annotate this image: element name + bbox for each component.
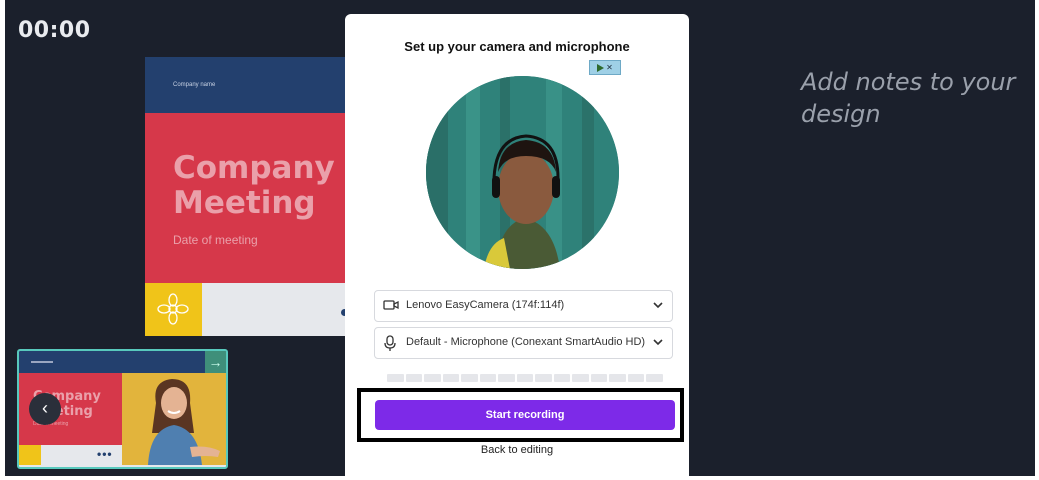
level-segment (461, 374, 478, 382)
level-segment (535, 374, 552, 382)
level-segment (405, 374, 423, 382)
level-segment (609, 374, 626, 382)
camera-select-value: Lenovo EasyCamera (174f:114f) (406, 299, 565, 311)
arrow-right-icon[interactable]: → (205, 351, 226, 373)
slide-header: Company name (145, 57, 365, 113)
level-segment (442, 374, 460, 382)
slide-title-line1: Company (173, 150, 335, 186)
chevron-left-icon[interactable]: ‹ (29, 393, 61, 425)
slide-date: Date of meeting (173, 233, 258, 247)
microphone-icon (384, 335, 396, 351)
slide-title: Company Meeting (173, 151, 335, 221)
more-options-icon[interactable]: ••• (97, 447, 113, 461)
camera-icon (383, 300, 399, 310)
start-recording-button[interactable]: Start recording (375, 400, 675, 430)
slide-title-block: Company Meeting Date of meeting (145, 113, 365, 283)
dialog-title: Set up your camera and microphone (404, 39, 630, 54)
slide-thumbnail[interactable]: → Company Meeting Date of meeting ••• ‹ (17, 349, 228, 469)
level-segment (553, 374, 571, 382)
slide-yellow-block (145, 283, 202, 336)
camera-select[interactable]: Lenovo EasyCamera (174f:114f) (374, 290, 673, 322)
notes-area[interactable]: Add notes to your design (801, 66, 1021, 130)
current-slide: Company name Company Meeting Date of mee… (145, 57, 365, 336)
level-segment (590, 374, 608, 382)
flower-icon (157, 293, 189, 325)
thumbnail-header-line (31, 361, 53, 363)
close-icon[interactable]: ✕ (606, 63, 613, 72)
camera-preview (426, 76, 619, 269)
thumbnail-header: → (19, 351, 226, 373)
play-icon[interactable] (597, 63, 605, 72)
chevron-down-icon (653, 302, 663, 309)
back-to-editing-link[interactable]: Back to editing (345, 444, 689, 456)
slide-title-line2: Meeting (173, 185, 316, 221)
camera-feed-image (426, 76, 619, 269)
level-segment (479, 374, 497, 382)
recording-timer: 00:00 (18, 18, 91, 43)
microphone-select-value: Default - Microphone (Conexant SmartAudi… (406, 336, 646, 348)
level-segment (646, 374, 663, 382)
level-segment (498, 374, 515, 382)
level-segment (627, 374, 645, 382)
thumbnail-yellow-block (19, 445, 41, 465)
person-photo (122, 373, 226, 465)
slide-company-name: Company name (173, 82, 216, 88)
level-segment (516, 374, 534, 382)
mic-level-meter (387, 374, 663, 382)
chevron-down-icon (653, 339, 663, 346)
microphone-select[interactable]: Default - Microphone (Conexant SmartAudi… (374, 327, 673, 359)
thumbnail-photo (122, 373, 226, 465)
ad-badge[interactable]: ✕ (589, 60, 621, 75)
level-segment (424, 374, 441, 382)
slide-footer (202, 283, 365, 336)
level-segment (572, 374, 589, 382)
camera-setup-dialog: Set up your camera and microphone ✕ Leno… (345, 14, 689, 480)
level-segment (387, 374, 404, 382)
